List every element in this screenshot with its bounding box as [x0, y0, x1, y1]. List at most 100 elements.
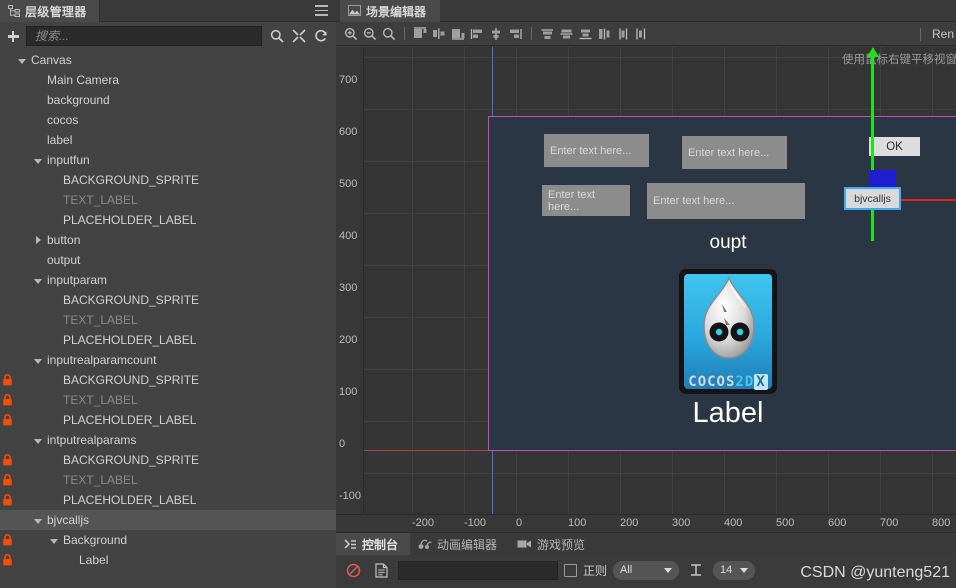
chevron-down-icon[interactable] [33, 155, 44, 166]
tree-item-label: background [47, 93, 110, 107]
clear-console-icon[interactable] [342, 560, 364, 580]
lock-icon[interactable] [2, 394, 13, 406]
tree-item-main-camera[interactable]: Main Camera [0, 70, 336, 90]
chevron-down-icon[interactable] [33, 435, 44, 446]
tree-item-background-sprite[interactable]: BACKGROUND_SPRITE [0, 370, 336, 390]
tree-item-intputrealparams[interactable]: intputrealparams [0, 430, 336, 450]
zoom-out-icon[interactable] [361, 25, 378, 42]
log-level-dropdown[interactable]: All [613, 560, 680, 580]
tab-hierarchy[interactable]: 层级管理器 [0, 0, 100, 22]
chevron-right-icon[interactable] [33, 235, 44, 246]
distribute-left-icon[interactable] [596, 25, 613, 42]
tree-item-bjvcalljs[interactable]: bjvcalljs [0, 510, 336, 530]
align-bottom-icon[interactable] [507, 25, 524, 42]
cocos-logo-wordmark: COCOS2D X [679, 374, 777, 390]
tree-item-placeholder-label[interactable]: PLACEHOLDER_LABEL [0, 330, 336, 350]
scene-canvas[interactable]: 使用鼠标右键平移视窗焦点 Enter text here... Enter te… [364, 47, 956, 514]
tree-item-button[interactable]: button [0, 230, 336, 250]
regex-checkbox[interactable] [564, 563, 577, 577]
input-fun[interactable]: Enter text here... [544, 134, 649, 167]
tab-animation-editor[interactable]: 动画编辑器 [410, 533, 509, 555]
distribute-bottom-icon[interactable] [577, 25, 594, 42]
distribute-right-icon[interactable] [634, 25, 651, 42]
ruler-h-tick: 100 [568, 517, 587, 529]
tree-item-inputparam[interactable]: inputparam [0, 270, 336, 290]
tree-item-label[interactable]: label [0, 130, 336, 150]
text-size-icon[interactable] [685, 560, 707, 580]
chevron-down-icon[interactable] [17, 55, 28, 66]
tree-twisty-placeholder [49, 415, 60, 426]
tree-item-label[interactable]: Label [0, 550, 336, 570]
tree-item-inputfun[interactable]: inputfun [0, 150, 336, 170]
search-icon[interactable] [266, 26, 288, 46]
font-size-dropdown[interactable]: 14 [713, 560, 756, 580]
lock-icon[interactable] [2, 374, 13, 386]
tree-item-label: BACKGROUND_SPRITE [63, 373, 200, 387]
lock-icon[interactable] [2, 534, 13, 546]
ruler-v-tick: 600 [339, 126, 358, 138]
scene-tabbar: 场景编辑器 [336, 0, 956, 22]
tree-item-inputrealparamcount[interactable]: inputrealparamcount [0, 350, 336, 370]
tree-item-background-sprite[interactable]: BACKGROUND_SPRITE [0, 450, 336, 470]
align-top-icon[interactable] [469, 25, 486, 42]
console-filter-input[interactable] [398, 560, 558, 580]
lock-icon[interactable] [2, 454, 13, 466]
tree-item-cocos[interactable]: cocos [0, 110, 336, 130]
tree-item-placeholder-label[interactable]: PLACEHOLDER_LABEL [0, 210, 336, 230]
tree-item-background[interactable]: Background [0, 530, 336, 550]
zoom-fit-icon[interactable] [380, 25, 397, 42]
refresh-icon[interactable] [310, 26, 332, 46]
lock-icon[interactable] [2, 554, 13, 566]
plus-icon[interactable] [4, 26, 22, 46]
tree-item-label: Main Camera [47, 73, 120, 87]
align-middle-v-icon[interactable] [488, 25, 505, 42]
search-input[interactable] [26, 26, 262, 46]
lock-icon[interactable] [2, 494, 13, 506]
tree-item-canvas[interactable]: Canvas [0, 50, 336, 70]
tree-item-placeholder-label[interactable]: PLACEHOLDER_LABEL [0, 490, 336, 510]
align-center-h-icon[interactable] [431, 25, 448, 42]
tree-item-background-sprite[interactable]: BACKGROUND_SPRITE [0, 170, 336, 190]
render-mode-label[interactable]: Ren [932, 27, 954, 41]
scene-viewport[interactable]: 700 600 500 400 300 200 100 0 -100 -200 -100 0 100 2… [336, 47, 956, 532]
selected-node-box[interactable]: bjvcalljs [844, 187, 901, 210]
input-param[interactable]: Enter text here... [682, 136, 787, 169]
tree-item-text-label[interactable]: TEXT_LABEL [0, 390, 336, 410]
tab-game-preview[interactable]: 游戏预览 [509, 533, 597, 555]
chevron-down-icon-2 [740, 567, 749, 573]
chevron-down-icon[interactable] [49, 535, 60, 546]
tree-item-output[interactable]: output [0, 250, 336, 270]
collapse-all-icon[interactable] [288, 26, 310, 46]
distribute-top-icon[interactable] [539, 25, 556, 42]
zoom-in-icon[interactable] [342, 25, 359, 42]
distribute-middle-icon[interactable] [558, 25, 575, 42]
align-left-icon[interactable] [412, 25, 429, 42]
tree-item-text-label[interactable]: TEXT_LABEL [0, 470, 336, 490]
distribute-center-icon[interactable] [615, 25, 632, 42]
cocos-creator-window: 层级管理器 搜索... Canvas Main Camera backgroun… [0, 0, 956, 588]
tree-item-placeholder-label[interactable]: PLACEHOLDER_LABEL [0, 410, 336, 430]
tree-item-background[interactable]: background [0, 90, 336, 110]
tab-game-preview-label: 游戏预览 [537, 537, 586, 552]
tree-item-background-sprite[interactable]: BACKGROUND_SPRITE [0, 290, 336, 310]
input-realparams[interactable]: Enter text here... [647, 183, 805, 219]
tree-item-label: BACKGROUND_SPRITE [63, 293, 200, 307]
align-right-icon[interactable] [450, 25, 467, 42]
tab-scene-editor[interactable]: 场景编辑器 [340, 0, 441, 22]
gizmo-y-axis[interactable] [871, 55, 874, 241]
hierarchy-tree[interactable]: Canvas Main Camera background cocos label inp… [0, 50, 336, 588]
chevron-down-icon[interactable] [33, 515, 44, 526]
tree-item-text-label[interactable]: TEXT_LABEL [0, 190, 336, 210]
ok-button[interactable]: OK [869, 137, 920, 156]
log-file-icon[interactable] [370, 560, 392, 580]
lock-icon[interactable] [2, 474, 13, 486]
chevron-down-icon[interactable] [33, 275, 44, 286]
gizmo-y-arrow-icon[interactable] [867, 47, 879, 57]
tree-item-text-label[interactable]: TEXT_LABEL [0, 310, 336, 330]
input-realparamcount[interactable]: Enter text here... [542, 185, 630, 216]
ruler-v-tick: 0 [339, 438, 346, 450]
tab-console[interactable]: 控制台 [336, 533, 411, 555]
chevron-down-icon[interactable] [33, 355, 44, 366]
lock-icon[interactable] [2, 414, 13, 426]
hamburger-menu-icon[interactable] [315, 5, 328, 16]
